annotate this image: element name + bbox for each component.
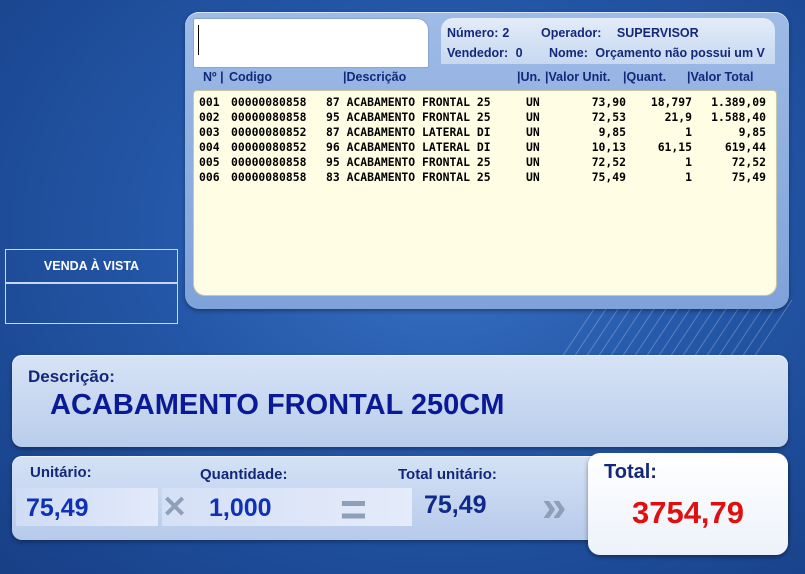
venda-a-vista-button[interactable]: VENDA À VISTA bbox=[5, 249, 178, 283]
total-unitario-label: Total unitário: bbox=[398, 466, 497, 483]
col-valor-unit: |Valor Unit. bbox=[545, 70, 611, 84]
table-header: Nº | Codigo |Descrição |Un. |Valor Unit.… bbox=[193, 70, 775, 86]
vendedor-value: 0 bbox=[515, 46, 523, 60]
operador-label: Operador: bbox=[541, 26, 602, 40]
items-panel: Número: 2 Operador: SUPERVISOR Vendedor: … bbox=[185, 12, 789, 309]
item-un: UN bbox=[526, 170, 540, 184]
item-codigo: 00000080858 bbox=[231, 155, 307, 169]
sale-info: Número: 2 Operador: SUPERVISOR Vendedor: … bbox=[441, 18, 775, 64]
list-item[interactable]: 004 00000080852 96 ACABAMENTO LATERAL DI… bbox=[194, 140, 776, 155]
unitario-label: Unitário: bbox=[30, 464, 92, 481]
item-no: 004 bbox=[199, 140, 220, 154]
list-item[interactable]: 005 00000080858 95 ACABAMENTO FRONTAL 25… bbox=[194, 155, 776, 170]
item-un: UN bbox=[526, 95, 540, 109]
total-panel: Total: 3754,79 bbox=[588, 453, 788, 555]
total-label: Total: bbox=[604, 461, 657, 483]
item-codigo: 00000080852 bbox=[231, 125, 307, 139]
item-valor-unit: 75,49 bbox=[591, 170, 626, 184]
col-quant: |Quant. bbox=[623, 70, 667, 84]
decorative-lines bbox=[560, 300, 793, 360]
text-caret bbox=[198, 25, 199, 55]
item-codigo: 00000080852 bbox=[231, 140, 307, 154]
item-quant: 21,9 bbox=[664, 110, 692, 124]
item-no: 006 bbox=[199, 170, 220, 184]
quantidade-value: 1,000 bbox=[209, 494, 272, 522]
item-descricao: 95 ACABAMENTO FRONTAL 25 bbox=[326, 155, 491, 169]
quantidade-label: Quantidade: bbox=[200, 466, 288, 483]
item-no: 002 bbox=[199, 110, 220, 124]
list-item[interactable]: 006 00000080858 83 ACABAMENTO FRONTAL 25… bbox=[194, 170, 776, 185]
col-descricao: |Descrição bbox=[343, 70, 407, 84]
item-un: UN bbox=[526, 125, 540, 139]
item-descricao: 95 ACABAMENTO FRONTAL 25 bbox=[326, 110, 491, 124]
item-descricao: 87 ACABAMENTO LATERAL DI bbox=[326, 125, 491, 139]
list-item[interactable]: 002 00000080858 95 ACABAMENTO FRONTAL 25… bbox=[194, 110, 776, 125]
item-valor-total: 72,52 bbox=[731, 155, 766, 169]
col-codigo: Codigo bbox=[229, 70, 273, 84]
item-quant: 1 bbox=[685, 170, 692, 184]
venda-a-vista-label: VENDA À VISTA bbox=[43, 259, 140, 273]
list-item[interactable]: 003 00000080852 87 ACABAMENTO LATERAL DI… bbox=[194, 125, 776, 140]
item-valor-unit: 9,85 bbox=[598, 125, 626, 139]
numero-value: 2 bbox=[502, 26, 510, 40]
item-valor-total: 1.389,09 bbox=[711, 95, 766, 109]
item-quant: 1 bbox=[685, 125, 692, 139]
description-value: ACABAMENTO FRONTAL 250CM bbox=[50, 389, 505, 421]
quantity-field bbox=[162, 488, 412, 526]
operador-value: SUPERVISOR bbox=[616, 26, 699, 40]
item-un: UN bbox=[526, 140, 540, 154]
nome-label: Nome: bbox=[549, 46, 588, 60]
product-code-input[interactable] bbox=[193, 18, 429, 68]
item-no: 003 bbox=[199, 125, 220, 139]
item-quant: 61,15 bbox=[657, 140, 692, 154]
item-valor-unit: 10,13 bbox=[591, 140, 626, 154]
item-un: UN bbox=[526, 155, 540, 169]
item-valor-unit: 72,53 bbox=[591, 110, 626, 124]
total-unitario-value: 75,49 bbox=[424, 491, 487, 519]
times-icon: ✕ bbox=[162, 491, 188, 524]
description-label: Descrição: bbox=[28, 367, 115, 386]
equals-icon: = bbox=[340, 483, 367, 535]
nome-value: Orçamento não possui um V bbox=[595, 46, 765, 60]
item-codigo: 00000080858 bbox=[231, 95, 307, 109]
item-descricao: 96 ACABAMENTO LATERAL DI bbox=[326, 140, 491, 154]
numero-label: Número: bbox=[447, 26, 499, 40]
col-valor-total: |Valor Total bbox=[687, 70, 754, 84]
col-un: |Un. bbox=[517, 70, 541, 84]
item-quant: 18,797 bbox=[650, 95, 692, 109]
double-arrow-icon: » bbox=[542, 482, 567, 531]
items-list[interactable]: 001 00000080858 87 ACABAMENTO FRONTAL 25… bbox=[193, 90, 777, 296]
item-valor-total: 1.588,40 bbox=[711, 110, 766, 124]
item-no: 001 bbox=[199, 95, 220, 109]
item-valor-unit: 72,52 bbox=[591, 155, 626, 169]
item-valor-total: 75,49 bbox=[731, 170, 766, 184]
list-item[interactable]: 001 00000080858 87 ACABAMENTO FRONTAL 25… bbox=[194, 95, 776, 110]
col-no: Nº | bbox=[203, 70, 224, 84]
vendedor-label: Vendedor: bbox=[447, 46, 509, 60]
item-no: 005 bbox=[199, 155, 220, 169]
item-descricao: 83 ACABAMENTO FRONTAL 25 bbox=[326, 170, 491, 184]
item-valor-total: 619,44 bbox=[724, 140, 766, 154]
item-codigo: 00000080858 bbox=[231, 170, 307, 184]
unitario-value: 75,49 bbox=[26, 494, 89, 522]
item-codigo: 00000080858 bbox=[231, 110, 307, 124]
total-value: 3754,79 bbox=[631, 495, 745, 530]
empty-side-box bbox=[5, 283, 178, 324]
item-quant: 1 bbox=[685, 155, 692, 169]
item-descricao: 87 ACABAMENTO FRONTAL 25 bbox=[326, 95, 491, 109]
item-un: UN bbox=[526, 110, 540, 124]
item-valor-total: 9,85 bbox=[738, 125, 766, 139]
description-panel: Descrição: ACABAMENTO FRONTAL 250CM bbox=[12, 355, 788, 447]
item-valor-unit: 73,90 bbox=[591, 95, 626, 109]
